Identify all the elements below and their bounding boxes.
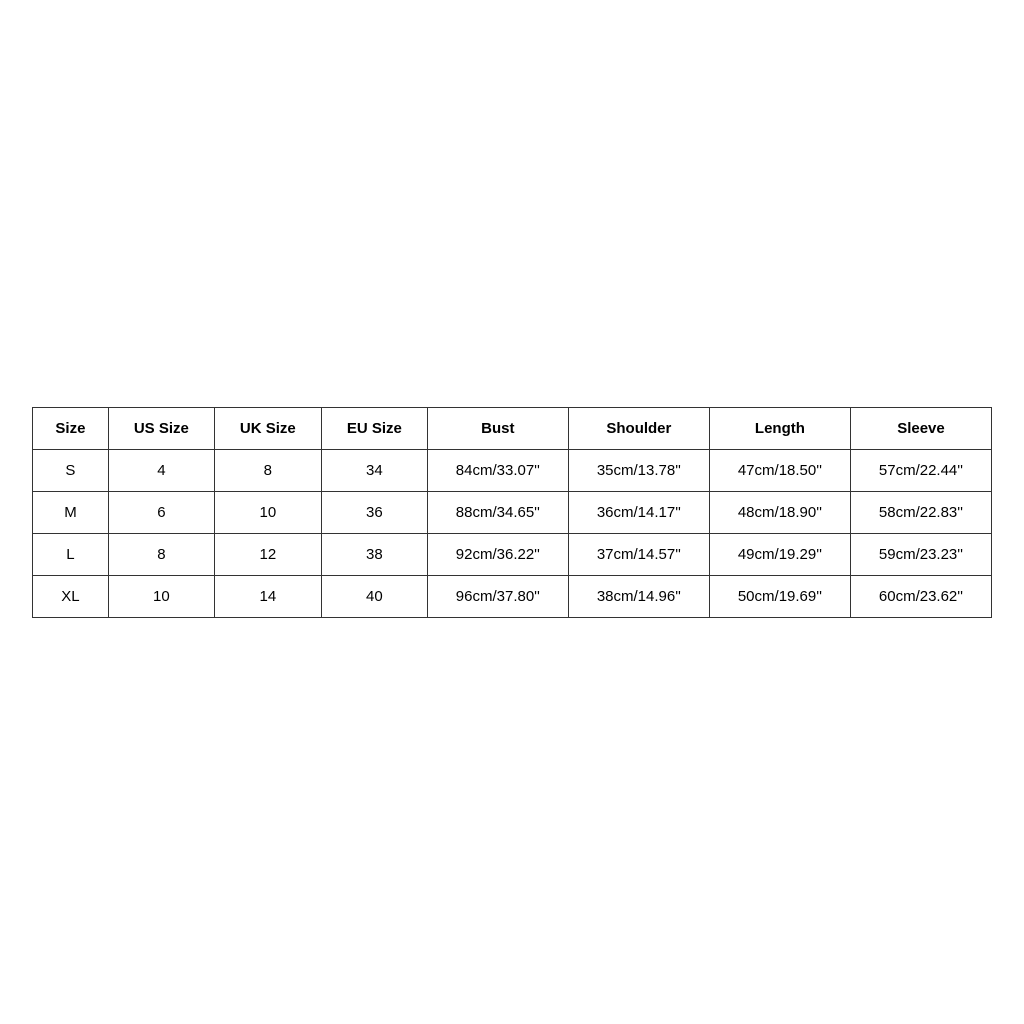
table-cell-eu-size-row-2: 38 <box>321 533 427 575</box>
table-cell-bust-row-2: 92cm/36.22'' <box>427 533 568 575</box>
table-cell-shoulder-row-0: 35cm/13.78'' <box>568 449 709 491</box>
table-cell-sleeve-row-0: 57cm/22.44'' <box>850 449 991 491</box>
table-cell-uk-size-row-0: 8 <box>214 449 321 491</box>
table-cell-bust-row-3: 96cm/37.80'' <box>427 575 568 617</box>
table-cell-shoulder-row-3: 38cm/14.96'' <box>568 575 709 617</box>
table-cell-length-row-1: 48cm/18.90'' <box>709 491 850 533</box>
table-cell-shoulder-row-1: 36cm/14.17'' <box>568 491 709 533</box>
table-cell-size-row-0: S <box>33 449 109 491</box>
column-header-uk-size: UK Size <box>214 407 321 449</box>
table-cell-uk-size-row-2: 12 <box>214 533 321 575</box>
table-cell-length-row-0: 47cm/18.50'' <box>709 449 850 491</box>
table-cell-uk-size-row-1: 10 <box>214 491 321 533</box>
table-cell-us-size-row-2: 8 <box>108 533 214 575</box>
table-cell-us-size-row-0: 4 <box>108 449 214 491</box>
table-body: S483484cm/33.07''35cm/13.78''47cm/18.50'… <box>33 449 992 617</box>
table-cell-sleeve-row-2: 59cm/23.23'' <box>850 533 991 575</box>
table-row: S483484cm/33.07''35cm/13.78''47cm/18.50'… <box>33 449 992 491</box>
column-header-bust: Bust <box>427 407 568 449</box>
column-header-sleeve: Sleeve <box>850 407 991 449</box>
table-cell-eu-size-row-0: 34 <box>321 449 427 491</box>
table-cell-size-row-3: XL <box>33 575 109 617</box>
table-cell-size-row-2: L <box>33 533 109 575</box>
column-header-eu-size: EU Size <box>321 407 427 449</box>
table-row: M6103688cm/34.65''36cm/14.17''48cm/18.90… <box>33 491 992 533</box>
table-cell-length-row-2: 49cm/19.29'' <box>709 533 850 575</box>
table-cell-bust-row-1: 88cm/34.65'' <box>427 491 568 533</box>
table-cell-uk-size-row-3: 14 <box>214 575 321 617</box>
table-cell-sleeve-row-1: 58cm/22.83'' <box>850 491 991 533</box>
column-header-length: Length <box>709 407 850 449</box>
table-cell-sleeve-row-3: 60cm/23.62'' <box>850 575 991 617</box>
table-cell-shoulder-row-2: 37cm/14.57'' <box>568 533 709 575</box>
table-cell-size-row-1: M <box>33 491 109 533</box>
table-cell-eu-size-row-1: 36 <box>321 491 427 533</box>
table-cell-length-row-3: 50cm/19.69'' <box>709 575 850 617</box>
table-cell-us-size-row-1: 6 <box>108 491 214 533</box>
table-cell-us-size-row-3: 10 <box>108 575 214 617</box>
table-cell-bust-row-0: 84cm/33.07'' <box>427 449 568 491</box>
table-row: XL10144096cm/37.80''38cm/14.96''50cm/19.… <box>33 575 992 617</box>
column-header-size: Size <box>33 407 109 449</box>
table-header-row: SizeUS SizeUK SizeEU SizeBustShoulderLen… <box>33 407 992 449</box>
size-chart-table: SizeUS SizeUK SizeEU SizeBustShoulderLen… <box>32 407 992 618</box>
table-row: L8123892cm/36.22''37cm/14.57''49cm/19.29… <box>33 533 992 575</box>
size-chart-container: SizeUS SizeUK SizeEU SizeBustShoulderLen… <box>32 407 992 618</box>
table-cell-eu-size-row-3: 40 <box>321 575 427 617</box>
column-header-us-size: US Size <box>108 407 214 449</box>
column-header-shoulder: Shoulder <box>568 407 709 449</box>
